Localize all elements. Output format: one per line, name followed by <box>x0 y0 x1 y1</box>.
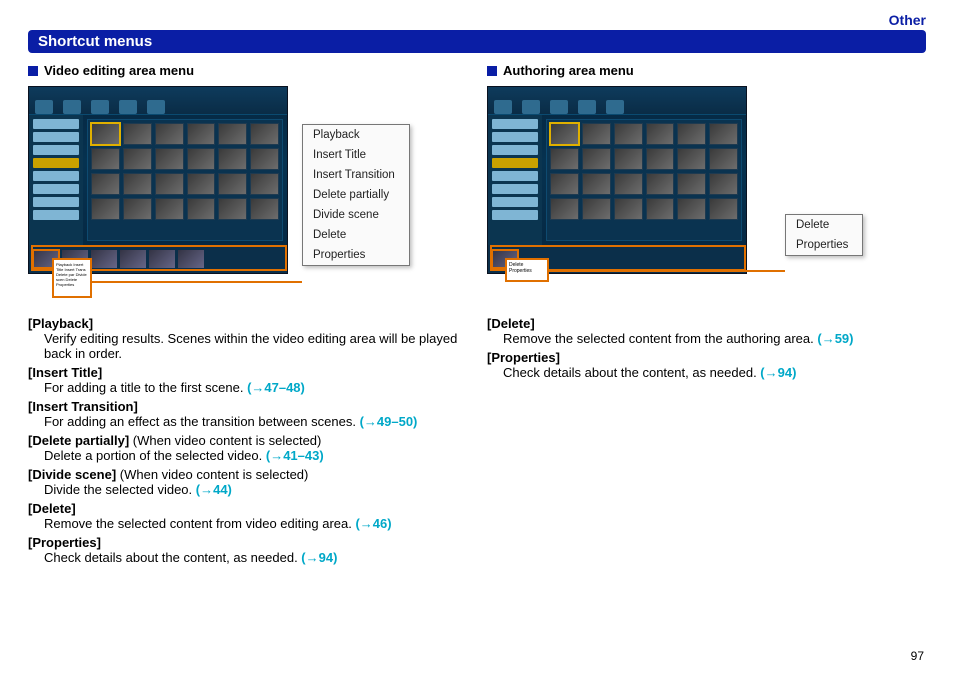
entry-label: [Playback] <box>28 316 93 331</box>
entry-note: (When video content is selected) <box>129 433 321 448</box>
square-bullet-icon <box>487 66 497 76</box>
left-subhead-text: Video editing area menu <box>44 63 194 78</box>
context-menu-video: Playback Insert Title Insert Transition … <box>302 124 410 266</box>
entry-label: [Insert Title] <box>28 365 102 380</box>
square-bullet-icon <box>28 66 38 76</box>
entry: [Insert Transition] For adding an effect… <box>28 399 467 429</box>
entry: [Insert Title] For adding a title to the… <box>28 365 467 395</box>
thumbnail-grid <box>87 119 283 241</box>
menu-item[interactable]: Delete <box>303 225 409 245</box>
menu-item[interactable]: Delete partially <box>303 185 409 205</box>
menu-item[interactable]: Delete <box>786 215 862 235</box>
entry-body: Remove the selected content from video e… <box>44 516 355 531</box>
entry-body: Verify editing results. Scenes within th… <box>44 331 457 361</box>
left-entries: [Playback] Verify editing results. Scene… <box>28 316 467 565</box>
entry-body: Remove the selected content from the aut… <box>503 331 817 346</box>
entry-label: [Properties] <box>487 350 560 365</box>
right-figure: Delete Properties Delete Properties <box>487 86 926 286</box>
timeline-strip <box>29 245 287 273</box>
app-side-panel <box>29 115 83 245</box>
app-window <box>487 86 747 274</box>
callout-line <box>549 270 785 272</box>
page-link[interactable]: (→44) <box>196 482 232 497</box>
entry: [Delete partially] (When video content i… <box>28 433 467 463</box>
context-menu-authoring: Delete Properties <box>785 214 863 256</box>
callout-line <box>92 281 302 283</box>
page-link[interactable]: (→94) <box>301 550 337 565</box>
page-link[interactable]: (→41–43) <box>266 448 324 463</box>
right-entries: [Delete] Remove the selected content fro… <box>487 316 926 380</box>
entry-body: For adding an effect as the transition b… <box>44 414 360 429</box>
entry: [Properties] Check details about the con… <box>28 535 467 565</box>
page-number: 97 <box>911 649 924 663</box>
menu-item[interactable]: Properties <box>786 235 862 255</box>
entry-label: [Delete partially] <box>28 433 129 448</box>
thumbnail-grid <box>546 119 742 241</box>
breadcrumb-other: Other <box>28 12 926 28</box>
page-link[interactable]: (→47–48) <box>247 380 305 395</box>
left-column: Video editing area menu <box>28 63 467 569</box>
entry: [Properties] Check details about the con… <box>487 350 926 380</box>
app-side-panel <box>488 115 542 245</box>
entry-label: [Properties] <box>28 535 101 550</box>
timeline-strip <box>488 245 746 273</box>
entry-label: [Divide scene] <box>28 467 116 482</box>
app-window <box>28 86 288 274</box>
entry-body: Check details about the content, as need… <box>44 550 301 565</box>
right-subhead: Authoring area menu <box>487 63 926 78</box>
entry: [Delete] Remove the selected content fro… <box>487 316 926 346</box>
entry: [Delete] Remove the selected content fro… <box>28 501 467 531</box>
right-subhead-text: Authoring area menu <box>503 63 634 78</box>
entry-body: For adding a title to the first scene. <box>44 380 247 395</box>
menu-item[interactable]: Divide scene <box>303 205 409 225</box>
menu-item[interactable]: Playback <box>303 125 409 145</box>
entry-label: [Insert Transition] <box>28 399 138 414</box>
page-link[interactable]: (→46) <box>355 516 391 531</box>
entry-label: [Delete] <box>28 501 76 516</box>
menu-item[interactable]: Insert Title <box>303 145 409 165</box>
entry: [Divide scene] (When video content is se… <box>28 467 467 497</box>
menu-item[interactable]: Properties <box>303 245 409 265</box>
page-link[interactable]: (→94) <box>760 365 796 380</box>
left-subhead: Video editing area menu <box>28 63 467 78</box>
entry-body: Delete a portion of the selected video. <box>44 448 266 463</box>
entry-body: Check details about the content, as need… <box>503 365 760 380</box>
menu-item[interactable]: Insert Transition <box>303 165 409 185</box>
page-link[interactable]: (→49–50) <box>360 414 418 429</box>
entry: [Playback] Verify editing results. Scene… <box>28 316 467 361</box>
right-column: Authoring area menu <box>487 63 926 569</box>
entry-body: Divide the selected video. <box>44 482 196 497</box>
section-title: Shortcut menus <box>28 30 926 53</box>
entry-label: [Delete] <box>487 316 535 331</box>
page-link[interactable]: (→59) <box>817 331 853 346</box>
entry-note: (When video content is selected) <box>116 467 308 482</box>
app-toolbar <box>29 87 287 115</box>
left-figure: Playback Insert Title Insert Trans Delet… <box>28 86 467 286</box>
app-toolbar <box>488 87 746 115</box>
